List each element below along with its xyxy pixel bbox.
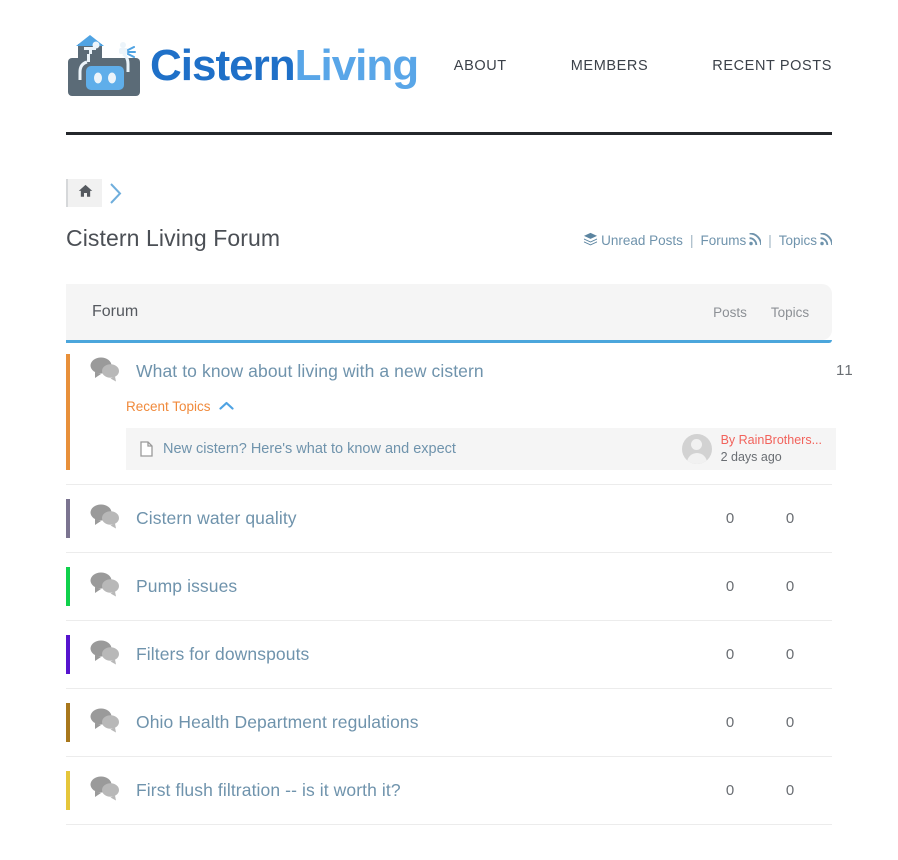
user-avatar-icon (681, 434, 712, 464)
recent-topic-meta: By RainBrothers... 2 days ago (681, 432, 822, 466)
table-row[interactable]: Filters for downspouts 0 0 (66, 621, 832, 689)
forum-title-link[interactable]: Filters for downspouts (136, 644, 309, 665)
forum-title-link[interactable]: Ohio Health Department regulations (136, 712, 419, 733)
nav-item-about[interactable]: ABOUT (422, 48, 539, 84)
forum-posts-count: 0 (725, 714, 735, 731)
forum-posts-count: 0 (725, 510, 735, 527)
speech-bubbles-icon (90, 775, 120, 806)
forum-table-header: Forum Posts Topics (66, 284, 832, 343)
forum-posts-count: 0 (725, 578, 735, 595)
recent-topic-meta-text: By RainBrothers... 2 days ago (721, 432, 822, 466)
page-title: Cistern Living Forum (66, 225, 281, 251)
unread-posts-item[interactable]: Unread Posts (583, 232, 683, 249)
layers-icon (583, 232, 598, 249)
forum-topics-count: 0 (785, 646, 795, 663)
forum-topics-count: 0 (785, 510, 795, 527)
forum-title-link[interactable]: What to know about living with a new cis… (136, 361, 484, 382)
header-divider (66, 132, 832, 135)
breadcrumb (66, 179, 130, 207)
cistern-tank-icon (66, 30, 148, 102)
column-header-posts: Posts (713, 304, 747, 320)
forum-title-link[interactable]: Pump issues (136, 576, 237, 597)
feed-separator-1: | (689, 233, 694, 248)
forum-row-body: Cistern water quality (70, 485, 700, 552)
main-nav: ABOUT MEMBERS RECENT POSTS (422, 48, 832, 84)
forum-title-link[interactable]: First flush filtration -- is it worth it… (136, 780, 401, 801)
nav-item-recent-posts[interactable]: RECENT POSTS (680, 48, 832, 84)
breadcrumb-home-link[interactable] (68, 179, 102, 207)
recent-topics-toggle[interactable]: Recent Topics (126, 399, 234, 414)
site-logo-link[interactable]: CisternLiving (66, 30, 420, 102)
forum-table: Forum Posts Topics What to know about li… (66, 284, 853, 825)
feed-links: Unread Posts | Forums | Topics (583, 231, 834, 252)
brand-word-living: Living (294, 41, 420, 90)
brand-wordmark: CisternLiving (150, 41, 420, 90)
forum-row-body: What to know about living with a new cis… (70, 340, 836, 484)
home-icon (78, 184, 93, 203)
forum-posts-count: 0 (725, 646, 735, 663)
recent-topic-item[interactable]: New cistern? Here's what to know and exp… (126, 428, 836, 470)
table-row[interactable]: Ohio Health Department regulations 0 0 (66, 689, 832, 757)
speech-bubbles-icon (90, 639, 120, 670)
topics-feed-link[interactable]: Topics (779, 233, 817, 248)
table-row[interactable]: First flush filtration -- is it worth it… (66, 757, 832, 825)
brand-word-cistern: Cistern (150, 41, 296, 90)
topic-timestamp: 2 days ago (720, 450, 782, 464)
chevron-right-icon (104, 179, 126, 207)
topics-feed-item[interactable]: Topics (779, 231, 834, 249)
table-row[interactable]: Cistern water quality 0 0 (66, 485, 832, 553)
recent-topics-label: Recent Topics (126, 399, 211, 414)
chevron-up-icon (218, 399, 234, 414)
column-header-forum: Forum (92, 303, 139, 320)
forum-topics-count: 1 (844, 362, 853, 379)
topic-author-link[interactable]: By RainBrothers... (721, 432, 822, 449)
forum-posts-count: 0 (725, 782, 735, 799)
forums-feed-link[interactable]: Forums (700, 233, 746, 248)
rss-icon[interactable] (749, 231, 763, 249)
column-header-topics: Topics (770, 304, 810, 320)
recent-topic-link[interactable]: New cistern? Here's what to know and exp… (163, 441, 682, 457)
forum-topics-count: 0 (785, 578, 795, 595)
forum-title-link[interactable]: Cistern water quality (136, 508, 297, 529)
forum-row-body: First flush filtration -- is it worth it… (70, 757, 700, 824)
table-row[interactable]: What to know about living with a new cis… (66, 340, 853, 485)
site-header: CisternLiving ABOUT MEMBERS RECENT POSTS (0, 0, 898, 135)
forum-row-body: Filters for downspouts (70, 621, 700, 688)
table-row[interactable]: Pump issues 0 0 (66, 553, 832, 621)
document-icon (140, 441, 153, 457)
forum-posts-count: 1 (836, 362, 845, 379)
forum-topics-count: 0 (785, 782, 795, 799)
forum-row-body: Ohio Health Department regulations (70, 689, 700, 756)
speech-bubbles-icon (90, 707, 120, 738)
unread-posts-link[interactable]: Unread Posts (601, 233, 683, 248)
main-content: Cistern Living Forum Unread Posts | Foru… (0, 179, 898, 825)
forums-feed-item[interactable]: Forums (700, 231, 763, 249)
feed-separator-2: | (768, 233, 772, 248)
nav-item-members[interactable]: MEMBERS (539, 48, 681, 84)
page-title-row: Cistern Living Forum Unread Posts | Foru… (66, 225, 834, 258)
speech-bubbles-icon (90, 571, 120, 602)
rss-icon[interactable] (820, 231, 834, 249)
forum-topics-count: 0 (785, 714, 795, 731)
forum-row-body: Pump issues (70, 553, 700, 620)
speech-bubbles-icon (90, 356, 120, 387)
speech-bubbles-icon (90, 503, 120, 534)
